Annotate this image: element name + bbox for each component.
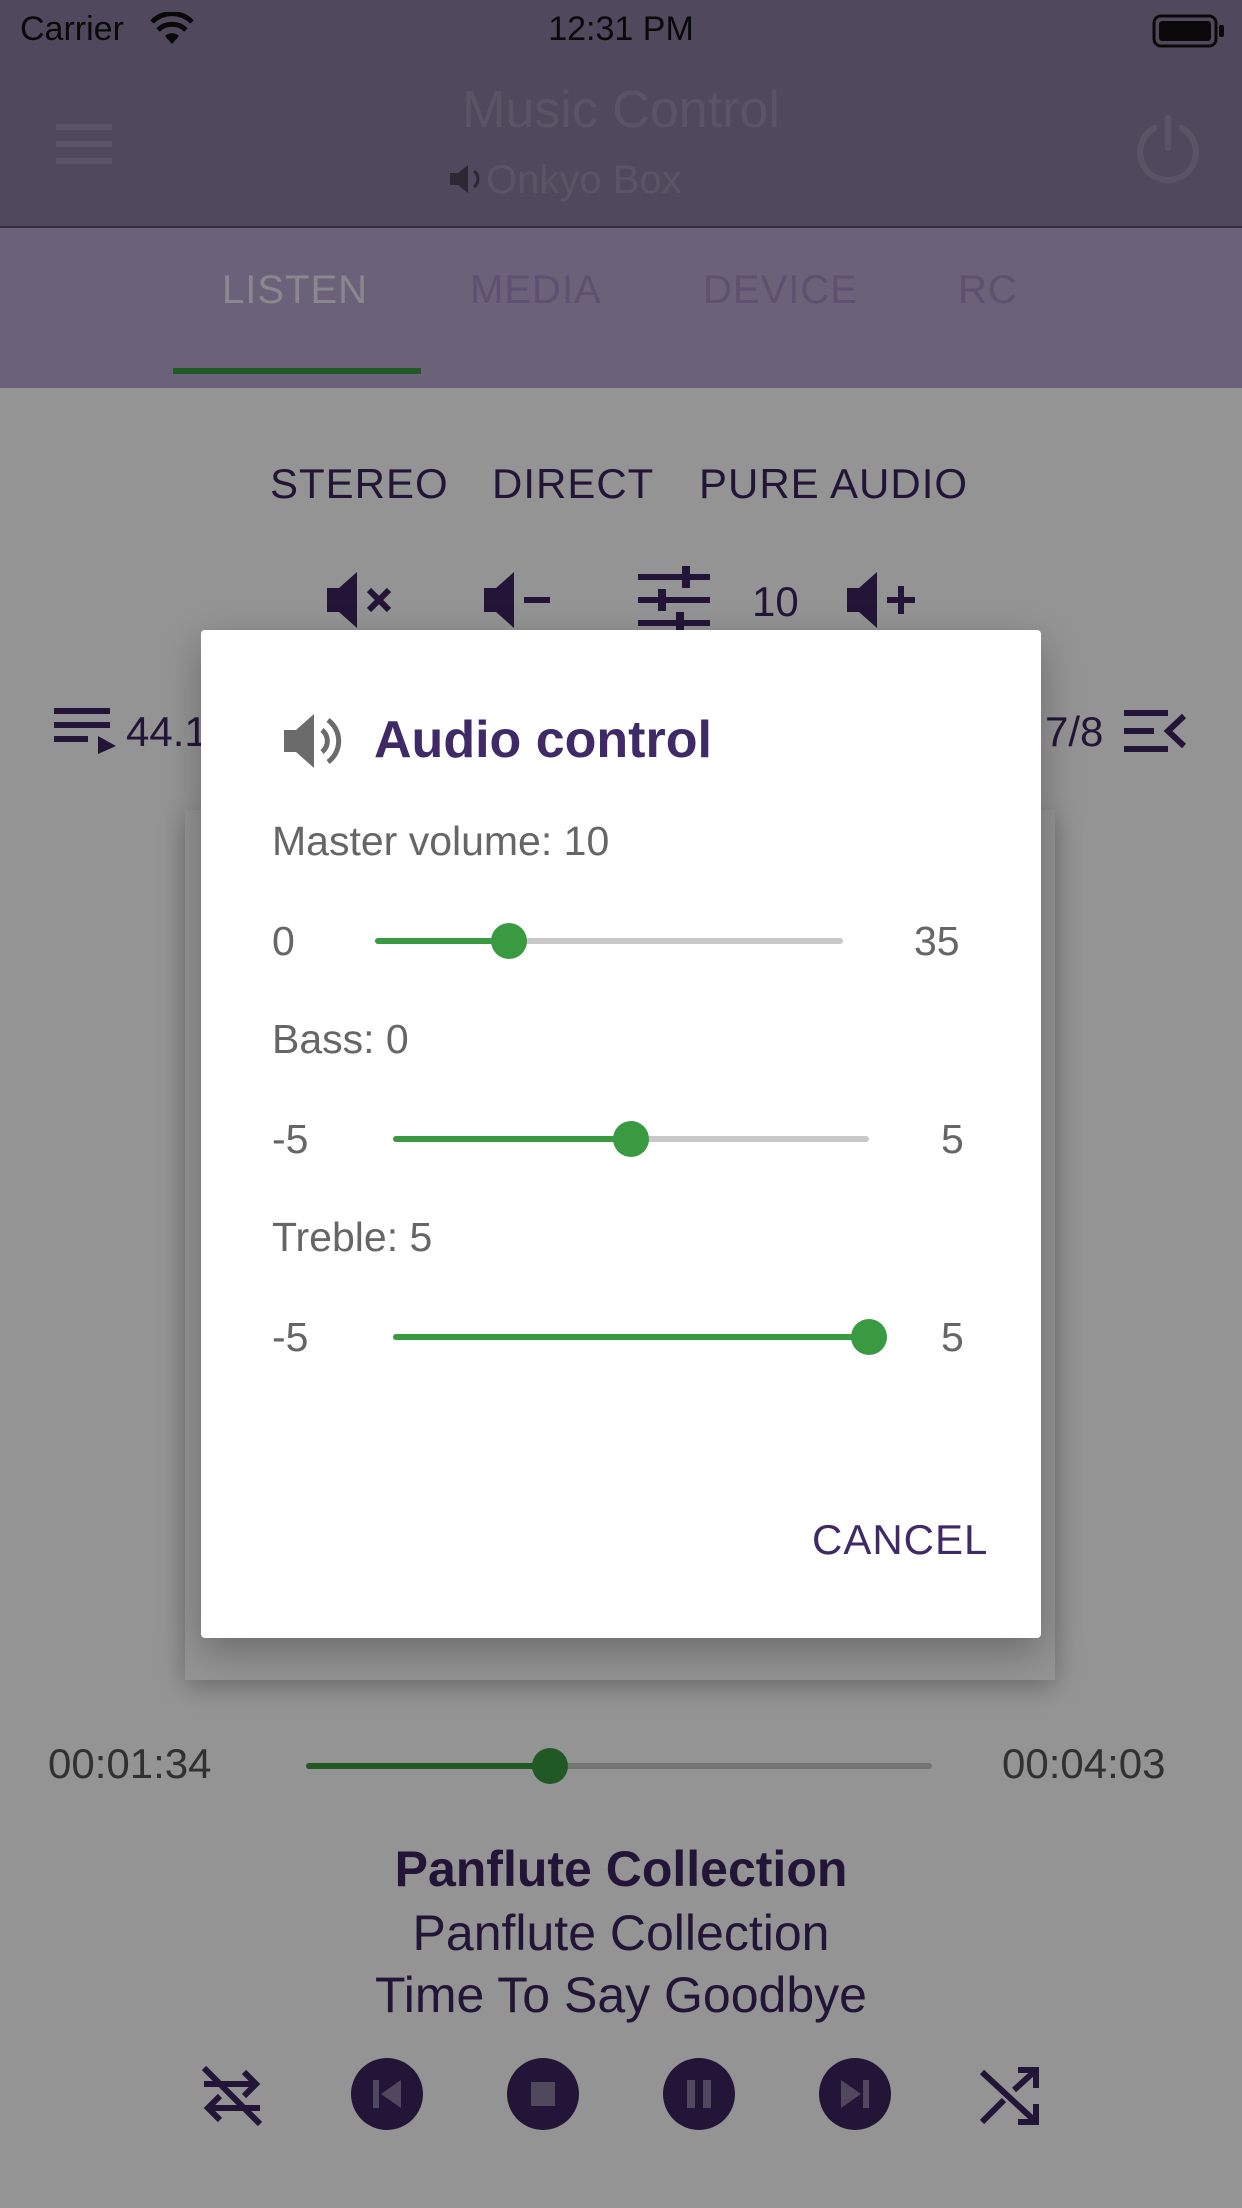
cancel-button[interactable]: CANCEL — [812, 1516, 988, 1564]
master-volume-min: 0 — [272, 918, 295, 964]
treble-max: 5 — [941, 1314, 964, 1360]
master-volume-slider[interactable] — [375, 923, 843, 959]
treble-min: -5 — [272, 1314, 309, 1360]
slider-thumb[interactable] — [491, 923, 527, 959]
slider-fill — [393, 1334, 869, 1340]
bass-slider[interactable] — [393, 1121, 869, 1157]
bass-label: Bass: 0 — [272, 1016, 409, 1062]
treble-slider[interactable] — [393, 1319, 887, 1355]
slider-thumb[interactable] — [851, 1319, 887, 1355]
slider-fill — [375, 938, 509, 944]
master-volume-label: Master volume: 10 — [272, 818, 610, 864]
bass-max: 5 — [941, 1116, 964, 1162]
volume-icon — [284, 714, 342, 768]
master-volume-max: 35 — [914, 918, 960, 964]
slider-thumb[interactable] — [613, 1121, 649, 1157]
treble-label: Treble: 5 — [272, 1214, 433, 1260]
bass-min: -5 — [272, 1116, 309, 1162]
dialog-title: Audio control — [374, 711, 712, 769]
slider-fill — [393, 1136, 631, 1142]
